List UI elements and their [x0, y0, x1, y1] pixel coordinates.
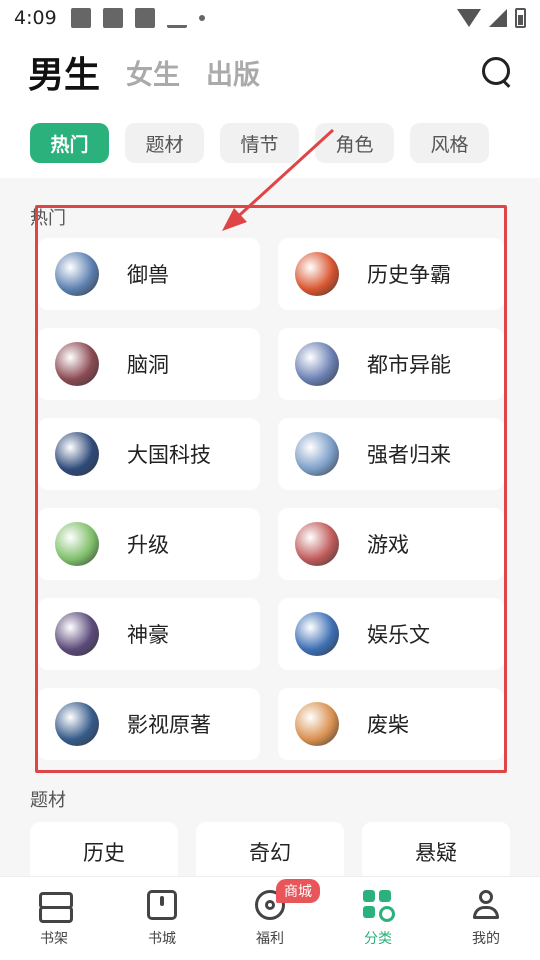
nav-label: 分类 [364, 930, 392, 947]
mall-badge: 商城 [276, 879, 320, 903]
category-thumbnail-icon [55, 702, 99, 746]
category-item[interactable]: 都市异能 [278, 328, 504, 400]
nav-label: 书城 [148, 930, 176, 947]
profile-icon [471, 889, 501, 920]
tab-publish[interactable]: 出版 [206, 53, 260, 92]
chip-plot[interactable]: 情节 [220, 123, 299, 163]
category-thumbnail-icon [295, 612, 339, 656]
nav-category[interactable]: 分类 [324, 877, 432, 960]
category-label: 强者归来 [367, 443, 451, 467]
category-label: 御兽 [127, 263, 169, 287]
theme-tile[interactable]: 奇幻 [196, 822, 344, 882]
status-time: 4:09 [14, 7, 57, 29]
category-label: 废柴 [367, 713, 409, 737]
category-thumbnail-icon [55, 342, 99, 386]
category-item[interactable]: 强者归来 [278, 418, 504, 490]
category-item[interactable]: 大国科技 [38, 418, 260, 490]
chip-style[interactable]: 风格 [410, 123, 489, 163]
category-thumbnail-icon [55, 252, 99, 296]
category-label: 娱乐文 [367, 623, 430, 647]
signal-icon [489, 9, 507, 27]
category-item[interactable]: 游戏 [278, 508, 504, 580]
category-item[interactable]: 神豪 [38, 598, 260, 670]
nav-bookstore[interactable]: 书城 [108, 877, 216, 960]
chip-theme[interactable]: 题材 [125, 123, 204, 163]
nav-bookshelf[interactable]: 书架 [0, 877, 108, 960]
category-thumbnail-icon [295, 522, 339, 566]
nav-label: 书架 [40, 930, 68, 947]
filter-chips: 热门 题材 情节 角色 风格 [0, 108, 540, 178]
nav-profile[interactable]: 我的 [432, 877, 540, 960]
status-bar: 4:09 [0, 0, 540, 36]
category-item[interactable]: 废柴 [278, 688, 504, 760]
bottom-nav: 书架 书城 福利 商城 分类 我的 [0, 876, 540, 960]
category-label: 升级 [127, 533, 169, 557]
category-thumbnail-icon [295, 702, 339, 746]
app-notification-icon [134, 8, 155, 28]
category-item[interactable]: 影视原著 [38, 688, 260, 760]
category-thumbnail-icon [55, 522, 99, 566]
nav-welfare[interactable]: 福利 商城 [216, 877, 324, 960]
category-item[interactable]: 脑洞 [38, 328, 260, 400]
app-notification-icon [102, 8, 123, 28]
section-title-theme: 题材 [30, 790, 66, 811]
header: 男生 女生 出版 [0, 36, 540, 108]
store-icon [147, 889, 177, 920]
category-item[interactable]: 御兽 [38, 238, 260, 310]
chip-hot[interactable]: 热门 [30, 123, 109, 163]
category-label: 历史争霸 [367, 263, 451, 287]
search-icon[interactable] [482, 57, 512, 87]
category-label: 脑洞 [127, 353, 169, 377]
category-label: 大国科技 [127, 443, 211, 467]
nav-label: 我的 [472, 930, 500, 947]
shelf-icon [39, 890, 73, 923]
theme-tile[interactable]: 悬疑 [362, 822, 510, 882]
wifi-icon [457, 9, 481, 27]
theme-tile[interactable]: 历史 [30, 822, 178, 882]
category-label: 游戏 [367, 533, 409, 557]
category-label: 影视原著 [127, 713, 211, 737]
nav-label: 福利 [256, 930, 284, 947]
chip-role[interactable]: 角色 [315, 123, 394, 163]
battery-icon [515, 8, 526, 28]
tab-female[interactable]: 女生 [126, 53, 180, 92]
section-title-hot: 热门 [30, 208, 66, 229]
category-item[interactable]: 娱乐文 [278, 598, 504, 670]
tab-male[interactable]: 男生 [28, 46, 100, 98]
category-thumbnail-icon [295, 342, 339, 386]
category-thumbnail-icon [55, 612, 99, 656]
category-thumbnail-icon [55, 432, 99, 476]
dot-icon [198, 15, 205, 21]
download-icon [166, 8, 187, 28]
category-thumbnail-icon [295, 252, 339, 296]
image-notification-icon [70, 8, 91, 28]
category-item[interactable]: 历史争霸 [278, 238, 504, 310]
category-thumbnail-icon [295, 432, 339, 476]
category-item[interactable]: 升级 [38, 508, 260, 580]
category-label: 都市异能 [367, 353, 451, 377]
category-label: 神豪 [127, 623, 169, 647]
category-icon [363, 889, 395, 922]
